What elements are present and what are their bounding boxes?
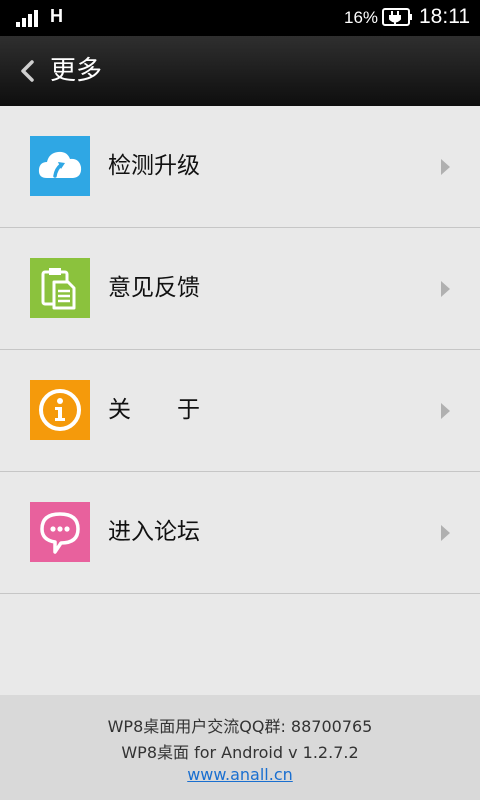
chevron-right-icon [441, 403, 450, 419]
clipboard-icon [30, 258, 90, 318]
battery-percent: 16% [344, 8, 379, 27]
menu-item-forum[interactable]: 进入论坛 [0, 472, 480, 594]
page-title: 更多 [50, 56, 103, 86]
cloud-upload-icon [30, 136, 90, 196]
qq-group-text: WP8桌面用户交流QQ群: 88700765 [107, 717, 373, 736]
version-text: WP8桌面 for Android v 1.2.7.2 [121, 743, 359, 762]
chevron-right-icon [441, 281, 450, 297]
website-link[interactable]: www.anall.cn [187, 765, 293, 784]
menu-item-label: 关 于 [108, 397, 200, 423]
menu-item-about[interactable]: 关 于 [0, 350, 480, 472]
menu-item-check-update[interactable]: 检测升级 [0, 106, 480, 228]
chevron-left-icon [21, 60, 34, 82]
battery-charging-icon [382, 6, 414, 28]
info-icon [30, 380, 90, 440]
status-bar: H 16% 18:11 [0, 0, 480, 36]
menu-item-label: 检测升级 [108, 153, 200, 179]
signal-strength-icon [16, 7, 42, 27]
clock: 18:11 [419, 5, 470, 28]
chat-bubble-icon [30, 502, 90, 562]
network-type: H [50, 6, 63, 26]
menu-item-feedback[interactable]: 意见反馈 [0, 228, 480, 350]
back-button[interactable] [10, 53, 46, 89]
chevron-right-icon [441, 159, 450, 175]
menu-list: 检测升级 意见反馈 关 于 进入论坛 [0, 106, 480, 594]
menu-item-label: 进入论坛 [108, 519, 200, 545]
title-bar: 更多 [0, 36, 480, 106]
chevron-right-icon [441, 525, 450, 541]
footer: WP8桌面用户交流QQ群: 88700765 WP8桌面 for Android… [0, 695, 480, 800]
menu-item-label: 意见反馈 [108, 275, 200, 301]
